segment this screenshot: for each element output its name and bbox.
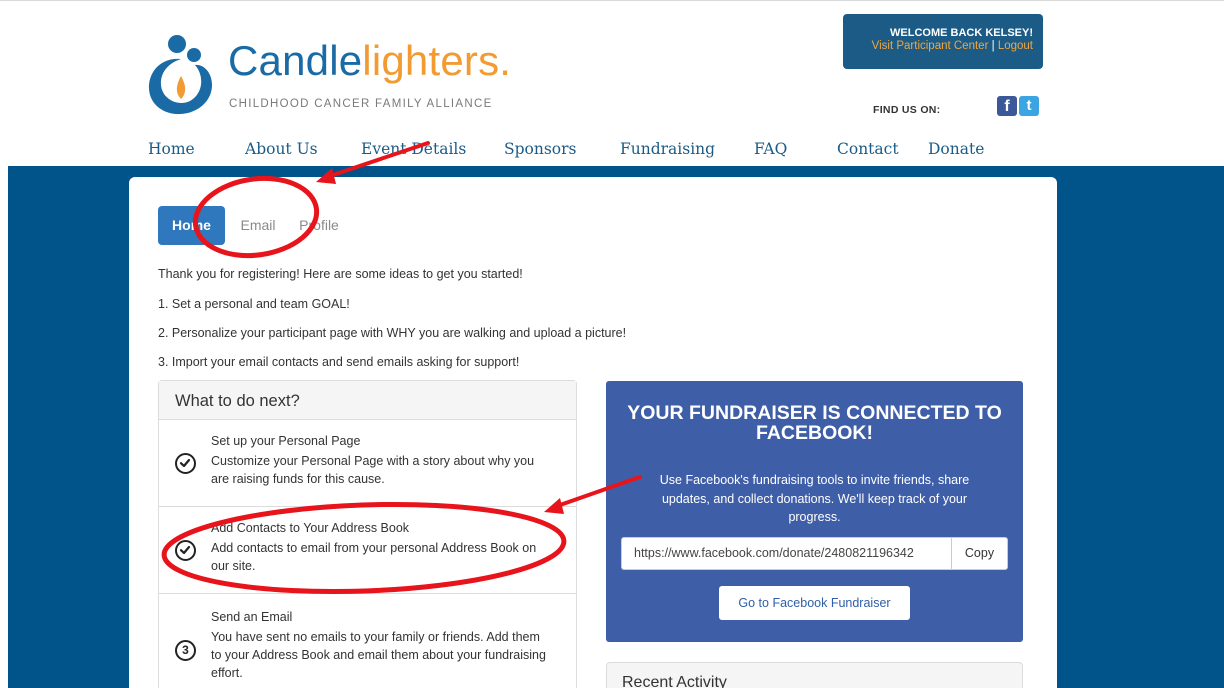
tab-email[interactable]: Email: [230, 206, 286, 245]
find-us-label: FIND US ON:: [873, 104, 941, 116]
step-personal-page[interactable]: Set up your Personal Page Customize your…: [159, 420, 576, 506]
welcome-title: WELCOME BACK KELSEY!: [890, 27, 1033, 39]
intro-step-personalize: 2. Personalize your participant page wit…: [158, 326, 627, 340]
candlelighters-logo[interactable]: Candlelighters. CHILDHOOD CANCER FAMILY …: [146, 30, 511, 120]
what-to-do-next-title: What to do next?: [159, 381, 576, 420]
nav-event-details[interactable]: Event Details: [361, 140, 466, 158]
logo-wordmark: Candlelighters.: [228, 37, 512, 84]
facebook-panel-description: Use Facebook's fundraising tools to invi…: [659, 473, 970, 524]
check-circle-icon: [175, 453, 196, 474]
step-description: You have sent no emails to your family o…: [211, 630, 546, 680]
facebook-panel-title: YOUR FUNDRAISER IS CONNECTED TO FACEBOOK…: [627, 402, 1002, 444]
twitter-icon[interactable]: t: [1019, 96, 1039, 116]
step-add-contacts[interactable]: Add Contacts to Your Address Book Add co…: [159, 506, 576, 593]
go-to-facebook-fundraiser-button[interactable]: Go to Facebook Fundraiser: [719, 586, 910, 620]
copy-button[interactable]: Copy: [951, 537, 1008, 570]
step-title: Add Contacts to Your Address Book: [211, 521, 410, 535]
intro-step-goal: 1. Set a personal and team GOAL!: [158, 297, 350, 311]
recent-activity-title: Recent Activity: [622, 674, 727, 688]
nav-about-us[interactable]: About Us: [245, 140, 318, 158]
nav-contact[interactable]: Contact: [837, 140, 899, 158]
nav-donate[interactable]: Donate: [928, 140, 984, 158]
nav-sponsors[interactable]: Sponsors: [504, 140, 577, 158]
nav-home[interactable]: Home: [148, 140, 195, 158]
logout-link[interactable]: Logout: [998, 40, 1033, 52]
nav-fundraising[interactable]: Fundraising: [620, 140, 715, 158]
logo-family-mark-icon: [148, 35, 212, 115]
welcome-links: Visit Participant Center | Logout: [843, 40, 1033, 52]
tab-profile[interactable]: Profile: [290, 206, 348, 245]
facebook-url-field[interactable]: https://www.facebook.com/donate/24808211…: [621, 537, 952, 570]
link-separator: |: [991, 40, 995, 52]
what-to-do-next-panel: What to do next? Set up your Personal Pa…: [158, 380, 577, 688]
step-description: Customize your Personal Page with a stor…: [211, 454, 535, 486]
tab-home[interactable]: Home: [158, 206, 225, 245]
top-divider: [0, 0, 1224, 1]
nav-faq[interactable]: FAQ: [754, 140, 787, 158]
check-circle-icon: [175, 540, 196, 561]
step-title: Send an Email: [211, 610, 293, 624]
step-title: Set up your Personal Page: [211, 434, 361, 448]
facebook-icon[interactable]: f: [997, 96, 1017, 116]
recent-activity-panel: Recent Activity: [606, 662, 1023, 688]
facebook-fundraiser-panel: YOUR FUNDRAISER IS CONNECTED TO FACEBOOK…: [606, 381, 1023, 642]
intro-step-import: 3. Import your email contacts and send e…: [158, 355, 520, 369]
logo-tagline: CHILDHOOD CANCER FAMILY ALLIANCE: [229, 98, 493, 110]
participant-center-link[interactable]: Visit Participant Center: [872, 40, 989, 52]
step-description: Add contacts to email from your personal…: [211, 541, 537, 573]
step-send-email[interactable]: 3 Send an Email You have sent no emails …: [159, 593, 576, 688]
intro-thank-you: Thank you for registering! Here are some…: [158, 267, 523, 281]
step-number-icon: 3: [175, 640, 196, 661]
welcome-box: WELCOME BACK KELSEY! Visit Participant C…: [843, 14, 1043, 69]
